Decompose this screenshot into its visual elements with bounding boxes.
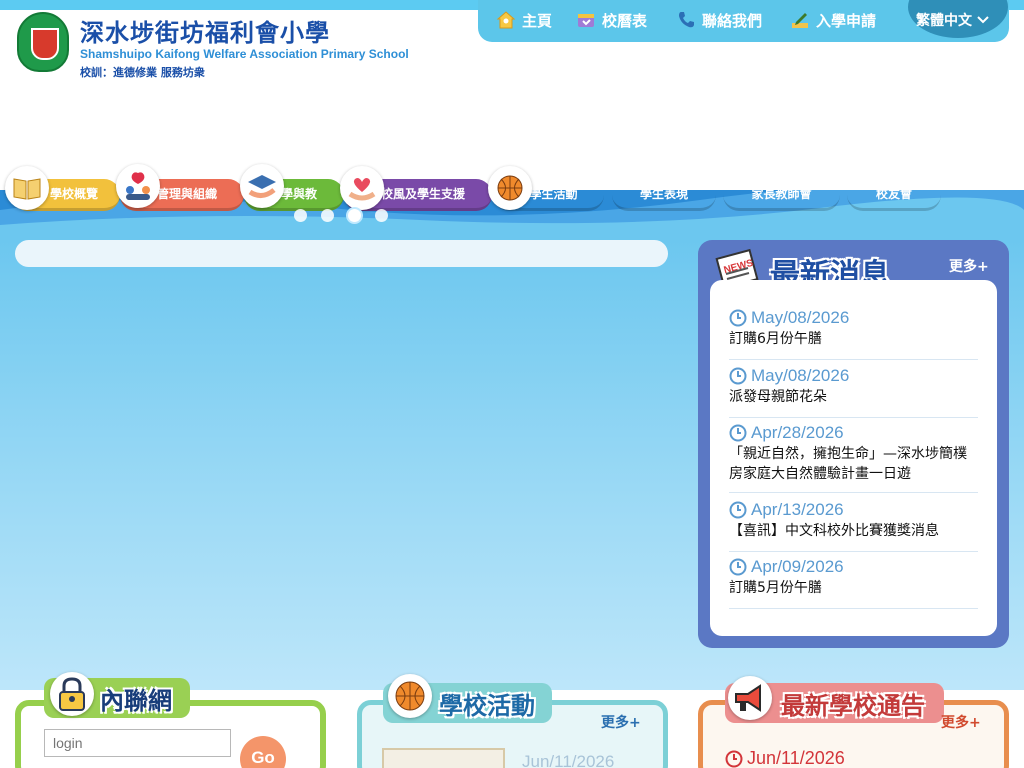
news-item-date: Apr/13/2026 — [751, 500, 844, 519]
nav-home-label: 主頁 — [522, 11, 553, 30]
activity-thumbnail[interactable] — [382, 748, 505, 768]
news-item-text: 訂購6月份午膳 — [729, 331, 822, 347]
nav-calendar-label: 校曆表 — [602, 11, 648, 30]
login-input[interactable] — [44, 729, 231, 757]
news-item-text: 【喜訊】中文科校外比賽獲獎消息 — [729, 523, 939, 539]
menu-label-pta: 家長教師會 — [751, 187, 812, 201]
clock-icon — [729, 558, 747, 576]
pen-icon — [792, 13, 808, 28]
news-item-date: May/08/2026 — [751, 366, 850, 385]
news-list: May/08/2026 訂購6月份午膳 May/08/2026 派發母親節花朵 … — [710, 280, 997, 636]
news-item[interactable]: Apr/13/2026 【喜訊】中文科校外比賽獲獎消息 — [729, 500, 978, 552]
news-item[interactable]: May/08/2026 訂購6月份午膳 — [729, 308, 978, 360]
news-panel: NEWS 最新消息 更多+ May/08/2026 訂購6月份午膳 May/08… — [698, 240, 1009, 648]
nav-calendar-link[interactable]: 校曆表 — [576, 9, 647, 31]
book-icon — [5, 166, 49, 210]
news-item[interactable]: Apr/09/2026 訂購5月份午膳 — [729, 557, 978, 609]
news-item-text: 訂購5月份午膳 — [729, 580, 822, 596]
circular-date-row[interactable]: Jun/11/2026 — [725, 748, 845, 768]
activity-date: Jun/11/2026 — [522, 752, 615, 768]
news-item-date: May/08/2026 — [751, 308, 850, 327]
calendar-icon — [578, 14, 594, 27]
chevron-down-icon — [977, 16, 989, 24]
circulars-title: 最新學校通告 — [781, 691, 925, 720]
lock-icon — [50, 672, 94, 716]
news-item[interactable]: Apr/28/2026 「親近自然，擁抱生命」—深水埗簡樸房家庭大自然體驗計畫一… — [729, 423, 978, 493]
clock-icon — [725, 750, 743, 767]
menu-alumni[interactable]: 校友會 — [847, 179, 941, 211]
language-selector[interactable]: 繁體中文 — [916, 10, 990, 30]
basketball-icon — [388, 674, 432, 718]
nav-contact-label: 聯絡我們 — [702, 11, 763, 30]
menu-label-student-performance: 學生表現 — [639, 187, 688, 201]
school-logo[interactable] — [17, 12, 69, 72]
school-motto: 校訓：進德修業 服務坊衆 — [80, 66, 205, 79]
banner-strip — [15, 240, 668, 267]
circular-date: Jun/11/2026 — [747, 748, 845, 768]
nav-admission-label: 入學申請 — [816, 11, 877, 30]
circulars-more-link[interactable]: 更多+ — [941, 712, 981, 732]
megaphone-icon — [728, 676, 772, 720]
slider-dot-1[interactable] — [294, 209, 307, 222]
news-item-text: 派發母親節花朵 — [729, 389, 827, 405]
heart-hand-icon — [340, 166, 384, 210]
school-name-zh: 深水埗街坊福利會小學 — [80, 19, 330, 47]
menu-label-alumni: 校友會 — [875, 187, 912, 201]
slider-dot-3[interactable] — [348, 209, 361, 222]
phone-icon — [679, 12, 694, 28]
menu-label-student-support: 校風及學生支援 — [380, 187, 465, 201]
nav-contact-link[interactable]: 聯絡我們 — [676, 9, 762, 31]
clock-icon — [729, 367, 747, 385]
news-more-link[interactable]: 更多+ — [949, 256, 989, 276]
basketball-icon — [488, 166, 532, 210]
people-icon — [116, 164, 160, 208]
intranet-title: 內聯網 — [100, 686, 172, 715]
slider-dot-4[interactable] — [375, 209, 388, 222]
menu-student-performance[interactable]: 學生表現 — [612, 179, 716, 211]
nav-admission-link[interactable]: 入學申請 — [790, 9, 876, 31]
home-icon — [496, 11, 516, 29]
news-item-text: 「親近自然，擁抱生命」—深水埗簡樸房家庭大自然體驗計畫一日遊 — [729, 446, 967, 482]
slider-dot-2[interactable] — [321, 209, 334, 222]
activities-title: 學校活動 — [439, 691, 535, 720]
news-item[interactable]: May/08/2026 派發母親節花朵 — [729, 366, 978, 418]
clock-icon — [729, 309, 747, 327]
language-label: 繁體中文 — [916, 13, 972, 29]
activities-more-link[interactable]: 更多+ — [601, 712, 641, 732]
news-item-date: Apr/28/2026 — [751, 423, 844, 442]
graduation-cap-icon — [240, 164, 284, 208]
clock-icon — [729, 501, 747, 519]
news-item-date: Apr/09/2026 — [751, 557, 844, 576]
clock-icon — [729, 424, 747, 442]
school-name-en: Shamshuipo Kaifong Welfare Association P… — [80, 47, 409, 61]
nav-home-link[interactable]: 主頁 — [496, 9, 552, 31]
menu-pta[interactable]: 家長教師會 — [723, 179, 840, 211]
top-navigation: 主頁 校曆表 聯絡我們 入學申請 繁體中文 — [478, 0, 1009, 42]
